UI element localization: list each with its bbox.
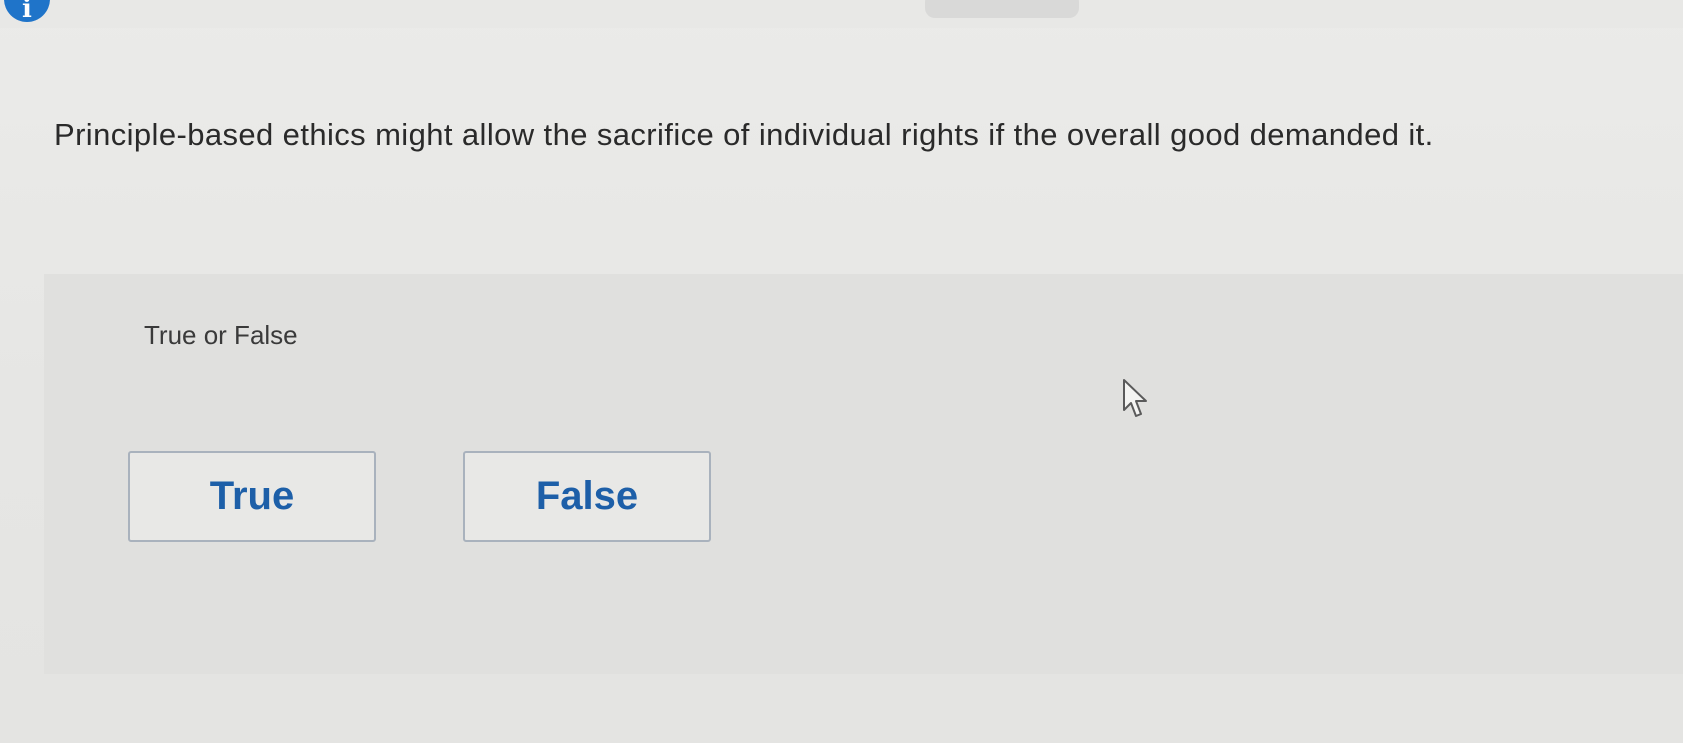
mouse-pointer-icon xyxy=(1123,379,1147,417)
false-button[interactable]: False xyxy=(463,451,711,542)
top-bar: i xyxy=(0,0,1683,28)
true-button[interactable]: True xyxy=(128,451,376,542)
question-type-label: True or False xyxy=(144,320,298,350)
info-icon[interactable]: i xyxy=(4,0,50,24)
top-tab[interactable] xyxy=(925,0,1079,18)
quiz-page: i Principle-based ethics might allow the… xyxy=(0,0,1683,743)
question-text: Principle-based ethics might allow the s… xyxy=(54,117,1434,152)
